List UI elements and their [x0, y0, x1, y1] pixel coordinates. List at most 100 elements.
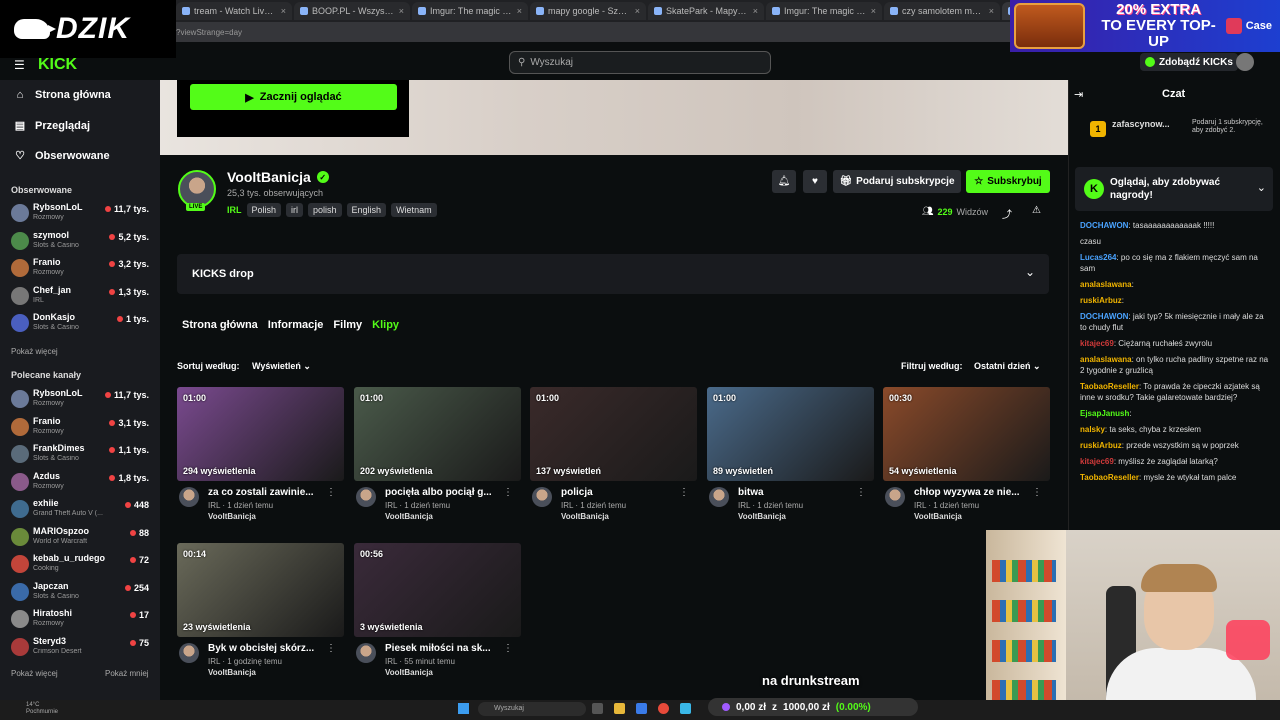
channel-tab[interactable]: Strona główna: [182, 319, 258, 331]
clip-author[interactable]: VooltBanicja: [561, 512, 609, 521]
sidebar-channel[interactable]: RybsonLoL Rozmowy 11,7 tys.: [11, 202, 153, 226]
clip-card[interactable]: 00:30 54 wyświetlenia chłop wyzywa ze nie.…: [883, 387, 1050, 522]
more-options-icon[interactable]: ⋮: [326, 643, 336, 654]
app-icon-2[interactable]: [680, 703, 691, 714]
clip-title[interactable]: bitwa: [738, 487, 856, 498]
channel-tag[interactable]: English: [346, 203, 387, 217]
sidebar-channel[interactable]: Azdus Rozmowy 1,8 tys.: [11, 471, 153, 495]
clip-author-avatar[interactable]: [356, 643, 376, 663]
nav-home[interactable]: ⌂ Strona główna: [14, 89, 111, 101]
more-options-icon[interactable]: ⋮: [679, 487, 689, 498]
clip-title[interactable]: policja: [561, 487, 679, 498]
nav-following[interactable]: ♡ Obserwowane: [14, 149, 110, 163]
user-avatar[interactable]: [1236, 53, 1254, 71]
sidebar-channel[interactable]: Japczan Slots & Casino 254: [11, 581, 153, 605]
chat-username[interactable]: DOCHAWON: [1080, 312, 1128, 321]
sidebar-channel[interactable]: Hiratoshi Rozmowy 17: [11, 608, 153, 632]
watch-reward-banner[interactable]: K Oglądaj, aby zdobywać nagrody! ⌄: [1075, 167, 1273, 211]
clip-title[interactable]: Piesek miłości na sk...: [385, 643, 503, 654]
chrome-icon[interactable]: [658, 703, 669, 714]
browser-tab[interactable]: tream - Watch Live on ×: [176, 2, 292, 20]
clip-title[interactable]: chłop wyzywa ze nie...: [914, 487, 1032, 498]
more-options-icon[interactable]: ⋮: [326, 487, 336, 498]
sort-select[interactable]: Wyświetleń ⌄: [252, 361, 311, 372]
app-icon[interactable]: [636, 703, 647, 714]
clip-card[interactable]: 00:14 23 wyświetlenia Byk w obcisłej skórz…: [177, 543, 344, 678]
gift-prompt[interactable]: Podaruj 1 subskrypcję, aby zdobyć 2.: [1192, 119, 1266, 135]
collapse-chat-icon[interactable]: ⇥: [1074, 88, 1083, 101]
clip-card[interactable]: 01:00 202 wyświetlenia pocięła albo pociął…: [354, 387, 521, 522]
clip-author[interactable]: VooltBanicja: [385, 668, 433, 677]
more-options-icon[interactable]: ⋮: [1032, 487, 1042, 498]
channel-tag[interactable]: polish: [308, 203, 342, 217]
search-input[interactable]: ⚲ Wyszukaj: [509, 51, 771, 74]
clip-author-avatar[interactable]: [532, 487, 552, 507]
sidebar-channel[interactable]: exhiie Grand Theft Auto V (... 448: [11, 498, 153, 522]
clip-author[interactable]: VooltBanicja: [738, 512, 786, 521]
chat-username[interactable]: kitajec69: [1080, 457, 1114, 466]
clip-card[interactable]: 00:56 3 wyświetlenia Piesek miłości na sk.…: [354, 543, 521, 678]
browser-tab[interactable]: BOOP.PL - Wszystko co chcesz ×: [294, 2, 410, 20]
sidebar-channel[interactable]: RybsonLoL Rozmowy 11,7 tys.: [11, 388, 153, 412]
clip-author[interactable]: VooltBanicja: [208, 668, 256, 677]
sidebar-channel[interactable]: szymool Slots & Casino 5,2 tys.: [11, 230, 153, 254]
close-tab-icon[interactable]: ×: [989, 6, 994, 16]
sidebar-channel[interactable]: DonKasjo Slots & Casino 1 tys.: [11, 312, 153, 336]
chat-username[interactable]: nalsky: [1080, 425, 1105, 434]
clip-card[interactable]: 01:00 294 wyświetlenia za co zostali zawin…: [177, 387, 344, 522]
clip-title[interactable]: za co zostali zawinie...: [208, 487, 326, 498]
kicks-drop-panel[interactable]: KICKS drop ⌄: [177, 254, 1049, 294]
channel-tag[interactable]: Wietnam: [391, 203, 437, 217]
sidebar-channel[interactable]: kebab_u_rudego Cooking 72: [11, 553, 153, 577]
chat-username[interactable]: TaobaoReseller: [1080, 382, 1139, 391]
browser-tab[interactable]: mapy google - Szukaj w Googl ×: [530, 2, 646, 20]
channel-tab[interactable]: Filmy: [333, 319, 362, 331]
chat-username[interactable]: analaslawana: [1080, 355, 1132, 364]
sidebar-channel[interactable]: Franio Rozmowy 3,2 tys.: [11, 257, 153, 281]
channel-tag[interactable]: Polish: [246, 203, 282, 217]
category-link[interactable]: IRL: [227, 205, 242, 215]
more-options-icon[interactable]: ⋮: [503, 487, 513, 498]
more-options-icon[interactable]: ⋮: [856, 487, 866, 498]
clip-title[interactable]: pocięła albo pociął g...: [385, 487, 503, 498]
sidebar-channel[interactable]: Chef_jan IRL 1,3 tys.: [11, 285, 153, 309]
gift-subs-button[interactable]: 🎁︎ Podaruj subskrypcje: [833, 170, 961, 193]
follow-button[interactable]: ♥: [803, 170, 827, 193]
clip-author[interactable]: VooltBanicja: [914, 512, 962, 521]
notification-button[interactable]: 🔔︎: [772, 170, 796, 193]
gifter-name[interactable]: zafascynow...: [1112, 119, 1170, 129]
channel-tab[interactable]: Klipy: [372, 319, 399, 331]
chat-username[interactable]: DOCHAWON: [1080, 221, 1128, 230]
browser-tab[interactable]: Imgur: The magic of the Intern ×: [766, 2, 882, 20]
clip-author-avatar[interactable]: [885, 487, 905, 507]
clip-author[interactable]: VooltBanicja: [385, 512, 433, 521]
share-icon[interactable]: ⤴: [1002, 206, 1012, 221]
nav-browse[interactable]: ▤ Przeglądaj: [14, 119, 90, 133]
channel-tab[interactable]: Informacje: [268, 319, 324, 331]
taskview-icon[interactable]: [592, 703, 603, 714]
close-tab-icon[interactable]: ×: [281, 6, 286, 16]
close-tab-icon[interactable]: ×: [635, 6, 640, 16]
chat-username[interactable]: EjsapJanush: [1080, 409, 1129, 418]
sidebar-channel[interactable]: Franio Rozmowy 3,1 tys.: [11, 416, 153, 440]
close-tab-icon[interactable]: ×: [517, 6, 522, 16]
chat-username[interactable]: ruskiArbuz: [1080, 296, 1122, 305]
channel-name[interactable]: VooltBanicja ✓: [227, 169, 329, 185]
browser-tab[interactable]: SkatePark - Mapy Google ×: [648, 2, 764, 20]
filter-select[interactable]: Ostatni dzień ⌄: [974, 361, 1041, 372]
browser-tab[interactable]: Imgur: The magic of the Intern ×: [412, 2, 528, 20]
close-tab-icon[interactable]: ×: [399, 6, 404, 16]
clip-card[interactable]: 01:00 89 wyświetleń bitwa IRL · 1 dzień tem…: [707, 387, 874, 522]
clip-author-avatar[interactable]: [179, 643, 199, 663]
close-tab-icon[interactable]: ×: [753, 6, 758, 16]
weather-widget[interactable]: 14°C Pochmurnie: [26, 702, 58, 716]
chat-username[interactable]: ruskiArbuz: [1080, 441, 1122, 450]
more-options-icon[interactable]: ⋮: [503, 643, 513, 654]
close-tab-icon[interactable]: ×: [871, 6, 876, 16]
channel-tag[interactable]: irl: [286, 203, 304, 217]
subscribe-button[interactable]: ☆ Subskrybuj: [966, 170, 1050, 193]
clip-author-avatar[interactable]: [709, 487, 729, 507]
sidebar-channel[interactable]: Steryd3 Crimson Desert 75: [11, 636, 153, 660]
clip-author-avatar[interactable]: [356, 487, 376, 507]
browser-tab[interactable]: czy samolotem mozna medycz ×: [884, 2, 1000, 20]
